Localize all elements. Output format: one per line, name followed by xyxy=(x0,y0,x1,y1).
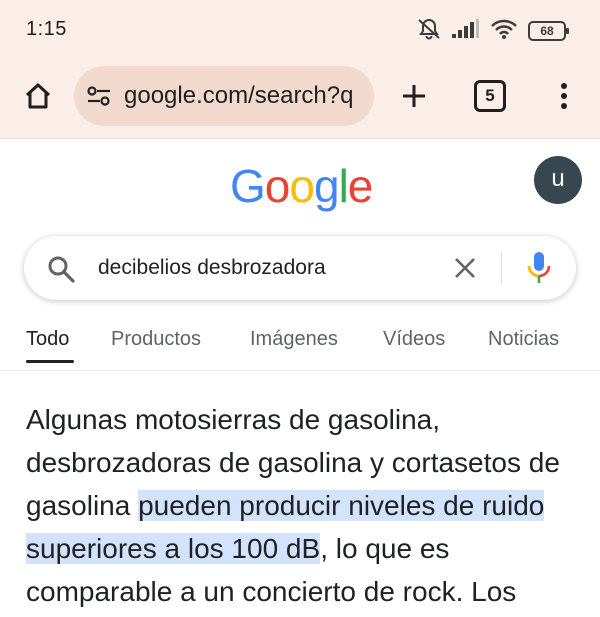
search-box[interactable]: decibelios desbrozadora xyxy=(24,236,576,300)
status-time: 1:15 xyxy=(26,18,67,40)
tab-videos[interactable]: Vídeos xyxy=(383,328,445,351)
tab-todo[interactable]: Todo xyxy=(26,328,69,351)
tab-productos[interactable]: Productos xyxy=(111,328,201,351)
tab-noticias[interactable]: Noticias xyxy=(488,328,559,351)
close-icon[interactable] xyxy=(452,255,478,286)
home-icon xyxy=(25,83,51,109)
microphone-icon[interactable] xyxy=(524,250,554,291)
site-settings-icon[interactable] xyxy=(86,84,112,113)
search-input[interactable]: decibelios desbrozadora xyxy=(98,256,326,280)
logo-letter: e xyxy=(347,160,374,212)
logo-letter: o xyxy=(289,160,315,212)
logo-letter: l xyxy=(338,160,349,212)
url-text[interactable]: google.com/search?q xyxy=(124,82,364,110)
new-tab-button[interactable] xyxy=(396,78,432,114)
battery-icon: 68 xyxy=(528,21,569,41)
mute-icon xyxy=(416,17,442,46)
more-vert-icon xyxy=(561,83,567,109)
google-logo[interactable]: Google xyxy=(230,160,374,212)
search-divider xyxy=(501,252,502,284)
logo-letter: G xyxy=(230,160,266,212)
avatar[interactable]: u xyxy=(534,156,582,204)
more-menu-button[interactable] xyxy=(552,78,576,114)
status-icons: 68 xyxy=(416,17,569,46)
tab-imagenes[interactable]: Imágenes xyxy=(250,328,338,351)
address-bar[interactable]: google.com/search?q xyxy=(74,66,374,126)
logo-letter: g xyxy=(313,160,340,212)
signal-icon xyxy=(452,18,480,44)
search-icon[interactable] xyxy=(46,254,76,289)
tabs-divider xyxy=(0,370,600,371)
search-tabs: Todo Productos Imágenes Vídeos Noticias xyxy=(0,318,600,368)
tab-switcher-button[interactable]: 5 xyxy=(474,80,506,112)
active-tab-indicator xyxy=(26,360,74,363)
wifi-icon xyxy=(490,18,518,45)
browser-chrome: 1:15 68 google.com/search?q 5 xyxy=(0,0,600,139)
home-button[interactable] xyxy=(20,78,56,114)
result-snippet: Algunas motosierras de gasolina, desbroz… xyxy=(26,398,586,613)
logo-letter: o xyxy=(264,160,291,212)
plus-icon xyxy=(403,85,425,107)
